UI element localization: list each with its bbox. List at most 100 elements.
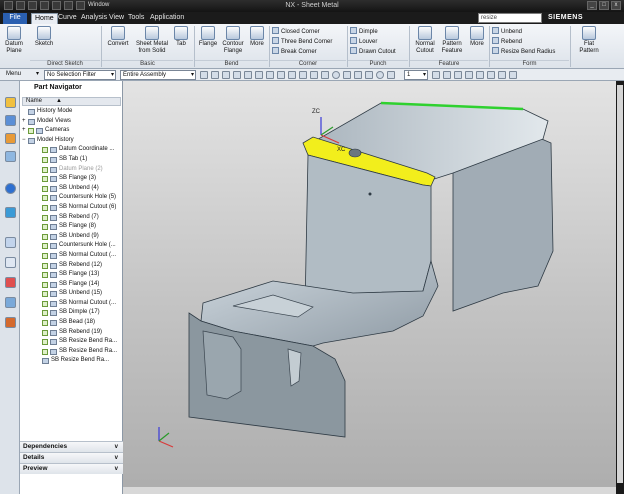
tree-item[interactable]: Countersunk Hole (... <box>22 241 121 251</box>
tree-item[interactable]: SB Resize Bend Ra... <box>22 356 121 366</box>
expand-toggle-icon[interactable]: + <box>22 117 26 127</box>
tree-item[interactable]: SB Normal Cutout (... <box>22 251 121 261</box>
tree-item[interactable]: SB Unbend (4) <box>22 184 121 194</box>
convert-button[interactable]: Convert <box>103 26 133 48</box>
drawn-cutout-button[interactable]: Drawn Cutout <box>350 47 396 56</box>
dependencies-panel-header[interactable]: Dependencies <box>20 441 123 452</box>
endpoint-snap-icon[interactable] <box>310 71 318 79</box>
visibility-checkbox[interactable] <box>42 310 48 317</box>
visibility-checkbox[interactable] <box>42 291 48 298</box>
tree-item[interactable]: + Cameras <box>22 126 121 136</box>
tree-item[interactable]: SB Normal Cutout (... <box>22 299 121 309</box>
render-style-icon[interactable] <box>498 71 506 79</box>
navigator-column-header[interactable]: Name ▲ <box>22 97 121 106</box>
tree-item[interactable]: SB Rebend (19) <box>22 328 121 338</box>
visibility-checkbox[interactable] <box>42 320 48 327</box>
details-panel-header[interactable]: Details <box>20 452 123 463</box>
tree-item[interactable]: SB Bead (18) <box>22 318 121 328</box>
tree-item[interactable]: − Model History <box>22 136 121 146</box>
system-materials-icon[interactable] <box>5 257 16 268</box>
datum-plane-button[interactable]: Datum Plane <box>3 26 25 55</box>
visibility-checkbox[interactable] <box>42 348 48 355</box>
body-select-icon[interactable] <box>255 71 263 79</box>
resize-bend-radius-button[interactable]: Resize Bend Radius <box>492 47 555 56</box>
zoom-icon[interactable] <box>465 71 473 79</box>
tree-item[interactable]: SB Tab (1) <box>22 155 121 165</box>
dimple-button[interactable]: Dimple <box>350 27 378 36</box>
rotate-icon[interactable] <box>443 71 451 79</box>
orient-view-icon[interactable] <box>487 71 495 79</box>
visibility-checkbox[interactable] <box>42 176 48 183</box>
visibility-checkbox[interactable] <box>42 156 48 163</box>
process-studio-icon[interactable] <box>5 277 16 288</box>
select-icon[interactable] <box>222 71 230 79</box>
tree-item[interactable]: SB Resize Bend Ra... <box>22 337 121 347</box>
tree-item[interactable]: SB Resize Bend Ra... <box>22 347 121 357</box>
reuse-library-icon[interactable] <box>5 151 16 162</box>
sheet-metal-model[interactable]: ZC XC <box>123 81 616 494</box>
expand-toggle-icon[interactable]: + <box>22 126 26 136</box>
quadrant-snap-icon[interactable] <box>376 71 384 79</box>
tab-file[interactable]: File <box>3 13 27 24</box>
center-snap-icon[interactable] <box>332 71 340 79</box>
view-cube-icon[interactable] <box>509 71 517 79</box>
visibility-checkbox[interactable] <box>42 166 48 173</box>
assembly-navigator-icon[interactable] <box>5 97 16 108</box>
contour-flange-button[interactable]: Contour Flange <box>220 26 246 55</box>
dimple-feature[interactable] <box>202 330 242 400</box>
snap-icon[interactable] <box>200 71 208 79</box>
unbend-button[interactable]: Unbend <box>492 27 522 36</box>
history-palette-icon[interactable] <box>5 207 16 218</box>
pattern-feature-button[interactable]: Pattern Feature <box>438 26 466 55</box>
visibility-checkbox[interactable] <box>42 243 48 250</box>
component-select-icon[interactable] <box>288 71 296 79</box>
on-curve-snap-icon[interactable] <box>387 71 395 79</box>
roles-icon[interactable] <box>5 317 16 328</box>
scrollbar-thumb[interactable] <box>617 85 623 483</box>
close-button[interactable]: x <box>611 1 621 10</box>
manufacturing-wizards-icon[interactable] <box>5 297 16 308</box>
tree-item[interactable]: SB Unbend (15) <box>22 289 121 299</box>
tab-view[interactable]: View <box>106 13 127 24</box>
search-input[interactable]: resize <box>478 13 542 23</box>
feature-more-button[interactable]: More <box>467 26 487 48</box>
clock-history-icon[interactable] <box>5 237 16 248</box>
sketch-button[interactable]: Sketch <box>32 26 56 48</box>
curve-select-icon[interactable] <box>277 71 285 79</box>
layer-settings-icon[interactable] <box>432 71 440 79</box>
graphics-window[interactable]: ZC XC <box>123 81 616 494</box>
normal-cutout-button[interactable]: Normal Cutout <box>412 26 438 55</box>
visibility-checkbox[interactable] <box>42 204 48 211</box>
visibility-checkbox[interactable] <box>42 339 48 346</box>
face-select-icon[interactable] <box>244 71 252 79</box>
tab-home[interactable]: Home <box>31 13 58 24</box>
intersection-snap-icon[interactable] <box>343 71 351 79</box>
tree-item[interactable]: SB Dimple (17) <box>22 308 121 318</box>
tab-curve[interactable]: Curve <box>55 13 80 24</box>
selection-scope-dropdown[interactable]: Entire Assembly <box>120 70 196 80</box>
feature-select-icon[interactable] <box>233 71 241 79</box>
plus-snap-icon[interactable] <box>354 71 362 79</box>
closed-corner-button[interactable]: Closed Corner <box>272 27 320 36</box>
rebend-button[interactable]: Rebend <box>492 37 522 46</box>
tree-item[interactable]: SB Flange (8) <box>22 222 121 232</box>
edge-select-icon[interactable] <box>266 71 274 79</box>
visibility-checkbox[interactable] <box>42 195 48 202</box>
tree-item[interactable]: SB Flange (14) <box>22 280 121 290</box>
tree-item[interactable]: Datum Coordinate ... <box>22 145 121 155</box>
visibility-checkbox[interactable] <box>42 147 48 154</box>
tab-feature-button[interactable]: Tab <box>172 26 190 48</box>
midpoint-snap-icon[interactable] <box>321 71 329 79</box>
flange-button[interactable]: Flange <box>196 26 220 48</box>
visibility-checkbox[interactable] <box>42 185 48 192</box>
visibility-checkbox[interactable] <box>28 128 34 135</box>
expand-toggle-icon[interactable]: − <box>22 136 26 146</box>
tree-item[interactable]: History Mode <box>22 107 121 117</box>
part-navigator-icon[interactable] <box>5 133 16 144</box>
arrow-snap-icon[interactable] <box>365 71 373 79</box>
layer-dropdown[interactable]: 1 <box>404 70 428 80</box>
horizontal-scrollbar[interactable] <box>123 487 616 494</box>
tree-item[interactable]: SB Unbend (9) <box>22 232 121 242</box>
filter-icon[interactable] <box>211 71 219 79</box>
visibility-checkbox[interactable] <box>42 224 48 231</box>
